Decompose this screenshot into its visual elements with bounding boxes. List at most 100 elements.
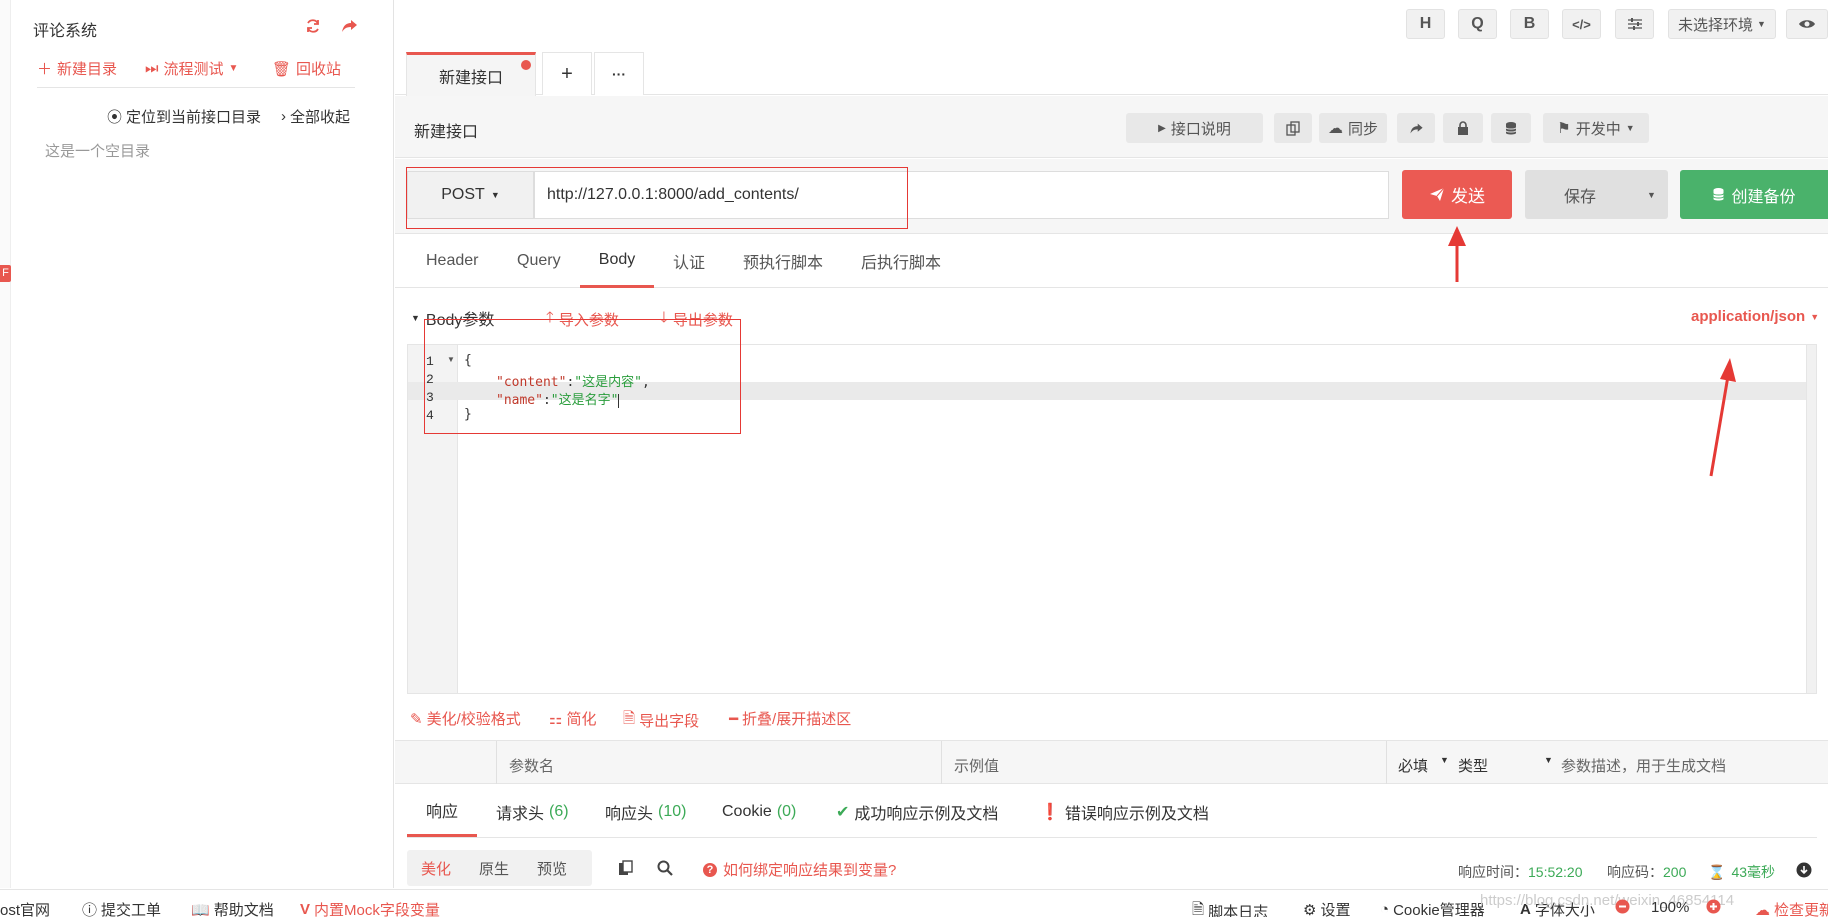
- view-beautify[interactable]: 美化: [407, 858, 465, 879]
- bind-response-help[interactable]: ? 如何绑定响应结果到变量?: [703, 859, 896, 880]
- share-icon[interactable]: [341, 18, 358, 34]
- database-icon[interactable]: [1491, 113, 1531, 143]
- tab-response-headers[interactable]: 响应头 (10): [605, 786, 686, 837]
- beautify-link[interactable]: ✎ 美化/校验格式: [410, 708, 521, 729]
- tab-pre-script[interactable]: 预执行脚本: [743, 234, 823, 288]
- save-label[interactable]: 保存: [1525, 183, 1635, 207]
- sliders-icon[interactable]: [1615, 9, 1654, 39]
- interface-name[interactable]: 新建接口: [414, 118, 478, 142]
- sync-label: 同步: [1347, 120, 1378, 138]
- h-button[interactable]: H: [1406, 9, 1445, 39]
- more-tabs-button[interactable]: ···: [594, 52, 644, 95]
- download-circle-icon[interactable]: [1796, 862, 1812, 878]
- caret-down-icon: ▼: [1440, 755, 1449, 765]
- response-duration: ⌛ 43毫秒: [1708, 862, 1775, 882]
- submit-ticket-link[interactable]: ⓘ 提交工单: [82, 899, 161, 917]
- recycle-label: 回收站: [296, 61, 342, 78]
- type-select[interactable]: 类型 ▼: [1458, 755, 1553, 776]
- flow-test-button[interactable]: ⏭ 流程测试 ▼: [145, 58, 238, 79]
- col-divider: [1386, 741, 1387, 784]
- tab-query[interactable]: Query: [517, 234, 561, 288]
- simplify-link[interactable]: ⚏ 简化: [549, 708, 596, 729]
- hourglass-icon: ⌛: [1708, 863, 1726, 880]
- export-fields-link[interactable]: 🗎 导出字段: [623, 708, 699, 733]
- col-param-name: 参数名: [509, 758, 555, 775]
- status-select[interactable]: ⚑ 开发中 ▼: [1543, 113, 1649, 143]
- tab-error-example[interactable]: ❗ 错误响应示例及文档: [1040, 786, 1209, 837]
- time-label: 响应时间：: [1458, 864, 1528, 880]
- zoom-out-icon[interactable]: [1615, 899, 1630, 914]
- env-label: 未选择环境: [1678, 16, 1754, 34]
- required-select[interactable]: 必填 ▼: [1398, 755, 1449, 776]
- recycle-bin-button[interactable]: 🗑 回收站: [272, 58, 341, 79]
- env-select[interactable]: 未选择环境 ▼: [1668, 9, 1776, 39]
- doc-label: 接口说明: [1170, 120, 1231, 138]
- help-docs-link[interactable]: 📖 帮助文档: [191, 899, 274, 917]
- tab-cookie[interactable]: Cookie (0): [722, 786, 796, 837]
- copy-icon[interactable]: [1274, 113, 1312, 143]
- save-button-group[interactable]: 保存 ▼: [1525, 170, 1668, 219]
- tab-header[interactable]: Header: [426, 234, 478, 288]
- zoom-in-icon[interactable]: [1706, 899, 1721, 914]
- interface-doc-button[interactable]: ▶ 接口说明: [1126, 113, 1263, 143]
- cookie-manager-link[interactable]: ◔ Cookie管理器: [1380, 899, 1485, 917]
- tab-success-example[interactable]: ✔ 成功响应示例及文档: [836, 786, 998, 837]
- req-headers-count: (6): [549, 802, 569, 820]
- official-site-link[interactable]: ost官网: [0, 899, 50, 917]
- chevron-right-icon: ›: [281, 108, 286, 125]
- col-desc: 参数描述，用于生成文档: [1561, 758, 1727, 775]
- share-icon[interactable]: [1397, 113, 1435, 143]
- tab-new-interface[interactable]: 新建接口: [406, 52, 536, 96]
- col-divider: [941, 741, 942, 784]
- script-log-label: 脚本日志: [1208, 904, 1269, 917]
- settings-link[interactable]: ⚙ 设置: [1303, 899, 1350, 917]
- mock-variables-link[interactable]: V 内置Mock字段变量: [300, 899, 440, 917]
- caret-down-icon: ▼: [1810, 311, 1820, 322]
- response-time: 响应时间：15:52:20: [1458, 862, 1583, 882]
- cloud-download-icon: ☁: [1327, 120, 1343, 137]
- fold-desc-link[interactable]: ━ 折叠/展开描述区: [729, 708, 851, 729]
- editor-scrollbar[interactable]: [1806, 345, 1816, 693]
- flag-icon: ⚑: [1557, 120, 1571, 137]
- pie-chart-icon: ◔: [1380, 901, 1390, 917]
- locate-current-dir-link[interactable]: ⦿ 定位到当前接口目录: [107, 106, 261, 127]
- tab-response[interactable]: 响应: [407, 786, 477, 837]
- mock-label: 内置Mock字段变量: [314, 902, 440, 917]
- lock-icon[interactable]: [1443, 113, 1483, 143]
- ticket-label: 提交工单: [101, 902, 162, 917]
- script-log-link[interactable]: 🗎 脚本日志: [1192, 899, 1268, 917]
- code-icon[interactable]: </>: [1562, 9, 1601, 39]
- add-tab-button[interactable]: +: [542, 52, 592, 95]
- check-update-label: 检查更新: [1774, 902, 1828, 917]
- tab-auth[interactable]: 认证: [673, 234, 705, 288]
- clipboard-icon[interactable]: [618, 860, 633, 876]
- content-type-select[interactable]: application/json ▼: [1691, 308, 1819, 325]
- resp-headers-label: 响应头: [605, 805, 654, 823]
- search-icon[interactable]: [657, 860, 673, 876]
- code-value: 200: [1663, 864, 1687, 880]
- collapsed-panel-badge[interactable]: F: [0, 265, 11, 282]
- tab-body[interactable]: Body: [580, 234, 654, 288]
- sync-button[interactable]: ☁ 同步: [1319, 113, 1387, 143]
- create-backup-button[interactable]: 创建备份: [1680, 170, 1828, 219]
- cookie-label: Cookie: [722, 802, 772, 820]
- code-label: 响应码：: [1607, 864, 1663, 880]
- caret-down-icon[interactable]: ▼: [1635, 190, 1668, 200]
- eye-icon[interactable]: [1786, 9, 1828, 39]
- tab-post-script[interactable]: 后执行脚本: [861, 234, 941, 288]
- view-preview[interactable]: 预览: [523, 858, 581, 879]
- collapse-all-link[interactable]: › 全部收起: [281, 106, 350, 127]
- send-button[interactable]: 发送: [1402, 170, 1512, 219]
- view-raw[interactable]: 原生: [465, 858, 523, 879]
- tab-request-headers[interactable]: 请求头 (6): [496, 786, 569, 837]
- refresh-icon[interactable]: [305, 18, 321, 34]
- new-dir-button[interactable]: ＋ 新建目录: [37, 58, 117, 79]
- send-label: 发送: [1451, 187, 1485, 206]
- error-label: 错误响应示例及文档: [1064, 805, 1209, 823]
- check-update-link[interactable]: ☁ 检查更新: [1755, 899, 1828, 917]
- bind-question-label: 如何绑定响应结果到变量?: [723, 862, 897, 879]
- b-button[interactable]: B: [1510, 9, 1549, 39]
- status-label: 开发中: [1575, 120, 1621, 138]
- q-button[interactable]: Q: [1458, 9, 1497, 39]
- caret-right-icon: ▶: [1158, 122, 1166, 134]
